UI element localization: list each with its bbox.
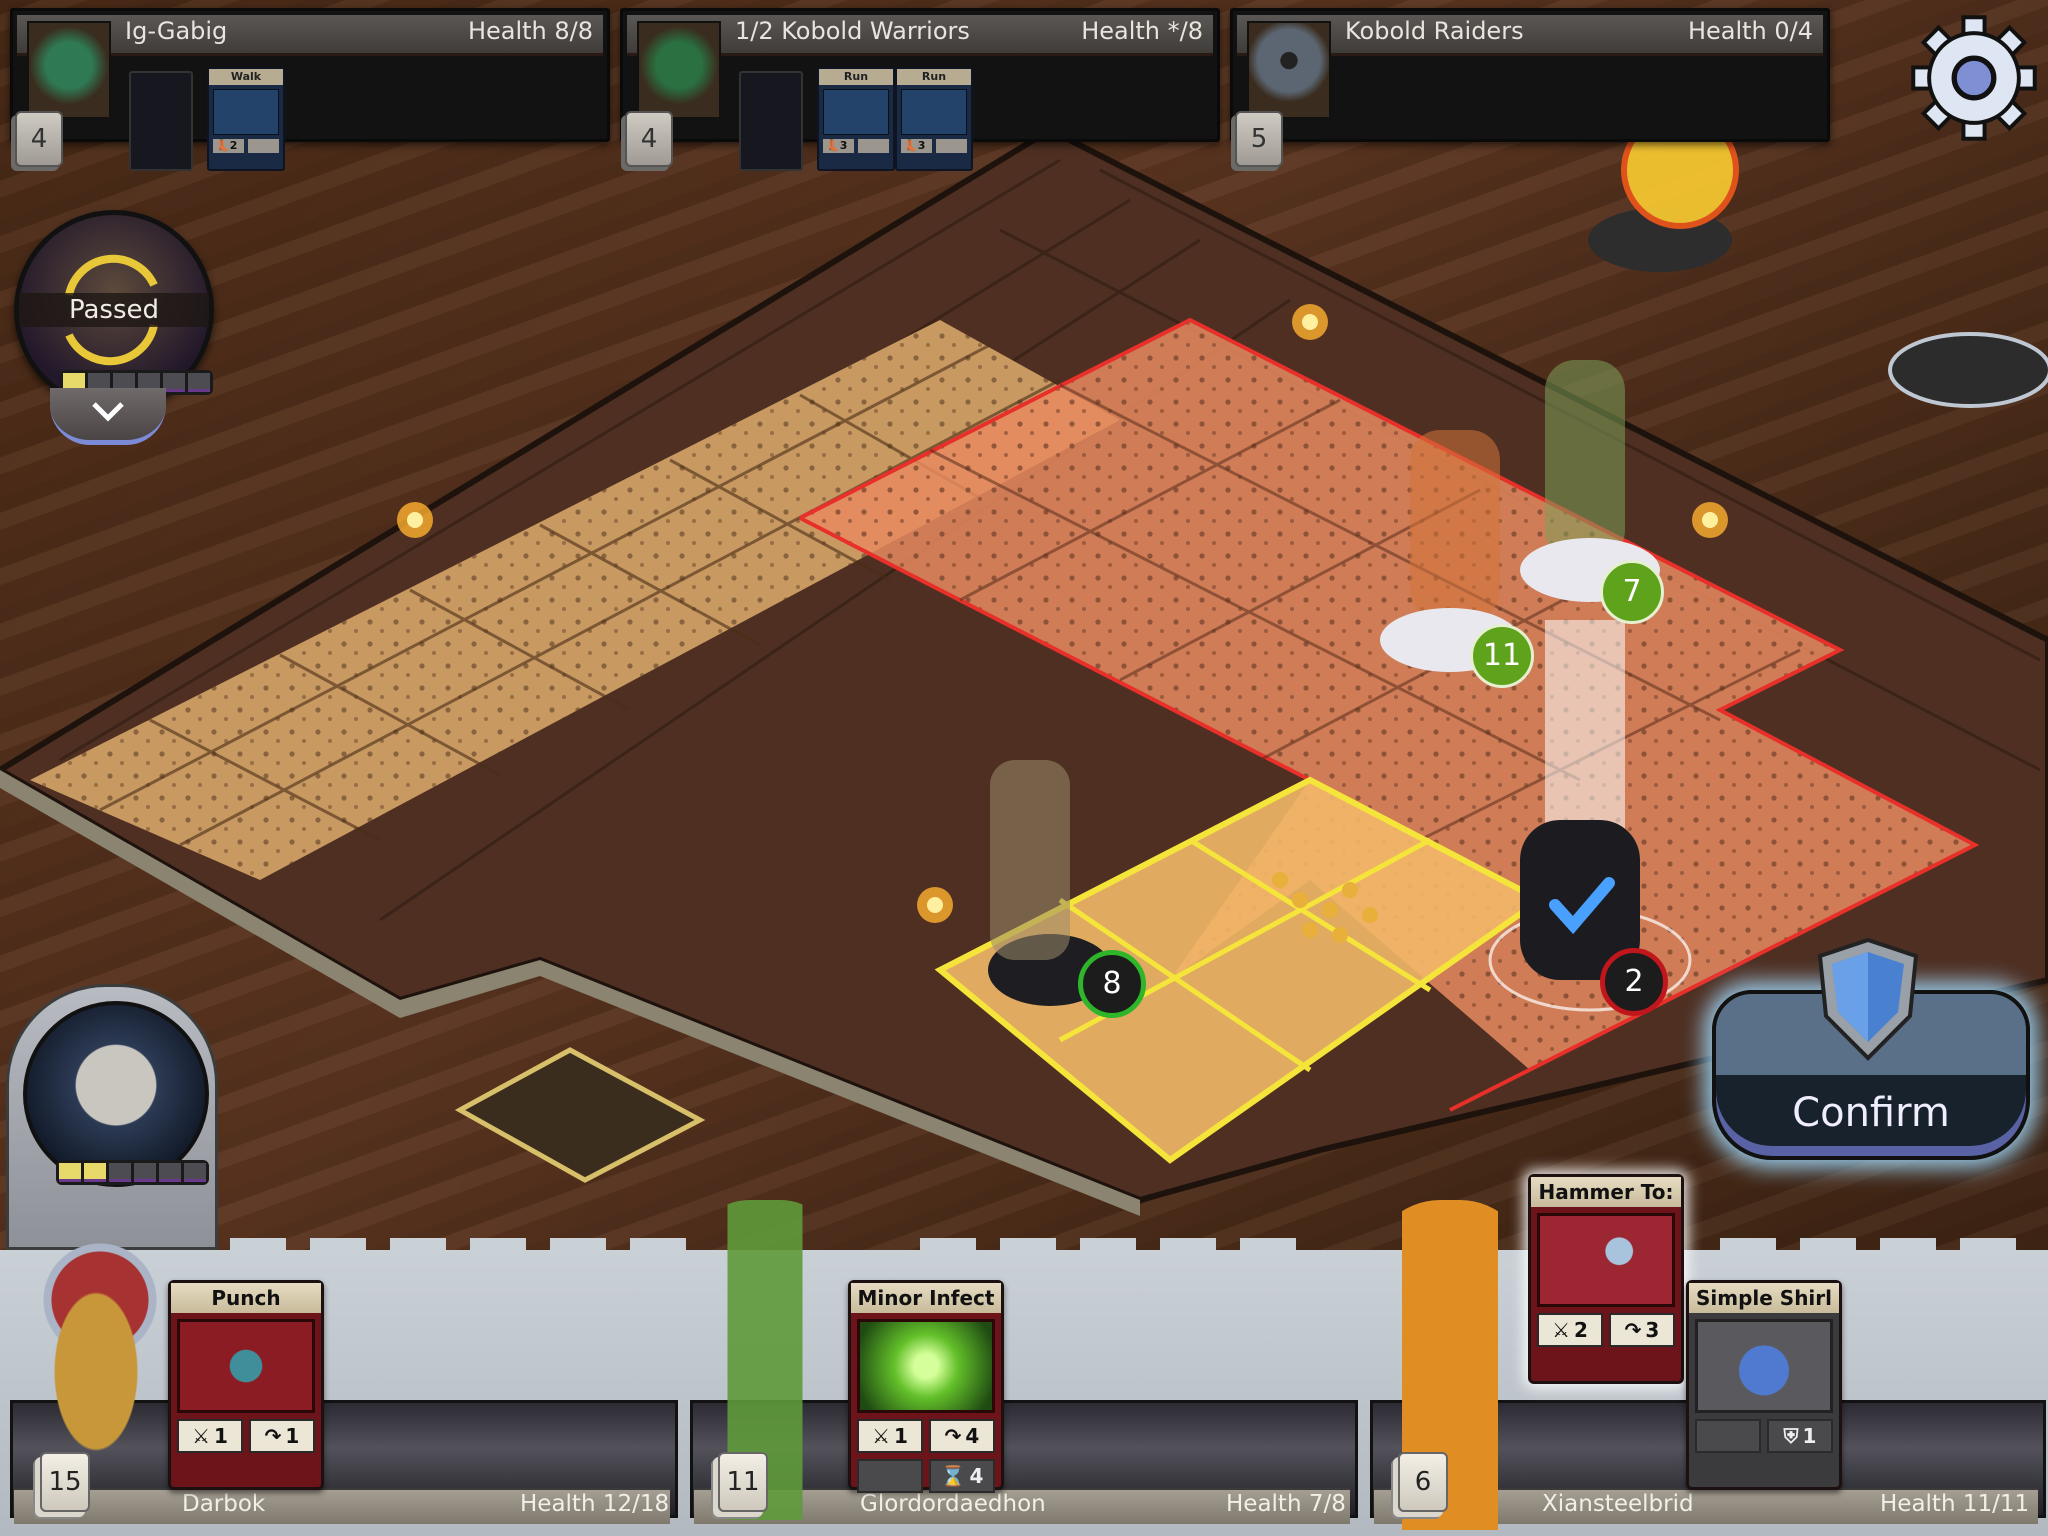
move-stat: 👢3 <box>823 139 854 153</box>
enemy-health: Health */8 <box>1081 17 1203 45</box>
treasure-tile[interactable] <box>454 1047 706 1183</box>
confirm-label: Confirm <box>1792 1090 1950 1136</box>
enemy-card-back[interactable] <box>129 71 193 171</box>
equipment-card-simple-shirt[interactable]: Simple Shirl ⛨ 1 <box>1686 1280 1842 1490</box>
energy-pip <box>188 373 210 392</box>
enemy-ability-card[interactable]: Run 👢3 <box>895 67 973 171</box>
kobold-portrait <box>637 21 721 119</box>
enemy-ability-card[interactable]: Run 👢3 <box>817 67 895 171</box>
sword-icon: ⚔ <box>192 1424 210 1448</box>
ability-card-hammer-toss[interactable]: Hammer To: ⚔ 2 ↷ 3 <box>1528 1174 1684 1384</box>
punch-fist-icon <box>177 1319 315 1413</box>
attack-stat: ⚔ 2 <box>1537 1313 1603 1347</box>
hero-deck-count: 15 <box>40 1452 90 1512</box>
card-title: Punch <box>171 1283 321 1313</box>
hero-figure-xiansteelbrid <box>1370 1200 1530 1530</box>
ally-ghost-token[interactable]: 11 <box>1470 624 1534 688</box>
energy-pip <box>109 1163 131 1182</box>
passed-status-label: Passed <box>19 293 209 327</box>
hero-name: Darbok <box>182 1491 266 1517</box>
sword-icon: ⚔ <box>1552 1318 1570 1342</box>
attack-stat: ⚔ 1 <box>177 1419 243 1453</box>
range-arrow-icon: ↷ <box>944 1424 962 1448</box>
duration-stat: ⌛ 4 <box>929 1459 995 1493</box>
armor-icon: ⛨ <box>1783 1424 1799 1448</box>
enemy-deck-count: 4 <box>625 111 673 167</box>
settings-gear-icon[interactable] <box>1908 12 2040 144</box>
hero-name: Glordordaedhon <box>860 1491 1046 1517</box>
energy-pip <box>159 1163 181 1182</box>
hero-health: Health 11/11 <box>1880 1491 2030 1517</box>
ally-ghost-token[interactable]: 7 <box>1600 560 1664 624</box>
move-stat: 👢3 <box>901 139 932 153</box>
ability-card-minor-infect[interactable]: Minor Infect ⚔ 1 ↷ 4 ⌛ 4 <box>848 1280 1004 1493</box>
run-icon <box>901 89 967 135</box>
armor-stat: ⛨ 1 <box>1767 1419 1833 1453</box>
skull-tombstone-portrait <box>1247 21 1331 119</box>
card-title: Run <box>897 69 971 85</box>
enemy-panel-kobold-raiders[interactable]: Kobold Raiders Health 0/4 5 <box>1230 8 1830 167</box>
range-arrow-icon: ↷ <box>264 1424 282 1448</box>
active-player-energy-bar <box>56 1160 209 1185</box>
enemy-deck-count: 4 <box>15 111 63 167</box>
enemy-health: Health 0/4 <box>1687 17 1813 45</box>
empty-stat <box>1695 1419 1761 1453</box>
goblin-portrait <box>27 21 111 119</box>
torch-icon <box>397 502 433 538</box>
torch-icon <box>1692 502 1728 538</box>
energy-pip <box>134 1163 156 1182</box>
range-stat: ↷ 1 <box>249 1419 315 1453</box>
card-title: Minor Infect <box>851 1283 1001 1313</box>
hero-health: Health 7/8 <box>1226 1491 1346 1517</box>
sword-icon: ⚔ <box>872 1424 890 1448</box>
energy-pip <box>84 1163 106 1182</box>
shirt-icon <box>1695 1319 1833 1413</box>
hero-health: Health 12/18 <box>520 1491 670 1517</box>
attack-stat: ⚔ 1 <box>857 1419 923 1453</box>
shield-swords-icon <box>1817 937 1919 1061</box>
hammer-icon <box>1537 1213 1675 1307</box>
card-title: Simple Shirl <box>1689 1283 1839 1313</box>
enemy-ability-card[interactable]: Walk 👢2 <box>207 67 285 171</box>
enemy-name: Ig-Gabig <box>125 17 228 45</box>
torch-icon <box>1292 304 1328 340</box>
range-arrow-icon: ↷ <box>1624 1318 1642 1342</box>
ability-card-punch[interactable]: Punch ⚔ 1 ↷ 1 <box>168 1280 324 1490</box>
card-title: Hammer To: <box>1531 1177 1681 1207</box>
move-stat: 👢2 <box>213 139 244 153</box>
card-title: Run <box>819 69 893 85</box>
enemy-name: 1/2 Kobold Warriors <box>735 17 970 45</box>
energy-pip <box>184 1163 206 1182</box>
card-title: Walk <box>209 69 283 85</box>
poison-skull-icon <box>857 1319 995 1413</box>
torch-icon <box>917 887 953 923</box>
enemy-token[interactable]: 8 <box>1078 950 1146 1018</box>
stone-token[interactable] <box>1888 332 2048 408</box>
empty-stat <box>857 1459 923 1493</box>
run-icon <box>823 89 889 135</box>
enemy-panel-ig-gabig[interactable]: Ig-Gabig Health 8/8 4 Walk 👢2 <box>10 8 610 171</box>
expand-players-button[interactable] <box>50 388 166 445</box>
enemy-health: Health 8/8 <box>467 17 593 45</box>
walk-icon <box>213 89 279 135</box>
hero-deck-count: 6 <box>1398 1452 1448 1512</box>
hero-deck-count: 11 <box>718 1452 768 1512</box>
enemy-token-selected[interactable]: 2 <box>1600 948 1668 1016</box>
range-stat: ↷ 3 <box>1609 1313 1675 1347</box>
energy-pip <box>59 1163 81 1182</box>
chevron-down-icon <box>92 402 124 422</box>
hourglass-icon: ⌛ <box>940 1464 966 1488</box>
hero-name: Xiansteelbrid <box>1542 1491 1694 1517</box>
range-stat: ↷ 4 <box>929 1419 995 1453</box>
enemy-panel-kobold-warriors[interactable]: 1/2 Kobold Warriors Health */8 4 Run 👢3 … <box>620 8 1220 171</box>
energy-pip <box>163 373 185 392</box>
enemy-deck-count: 5 <box>1235 111 1283 167</box>
enemy-card-back[interactable] <box>739 71 803 171</box>
enemy-name: Kobold Raiders <box>1345 17 1524 45</box>
